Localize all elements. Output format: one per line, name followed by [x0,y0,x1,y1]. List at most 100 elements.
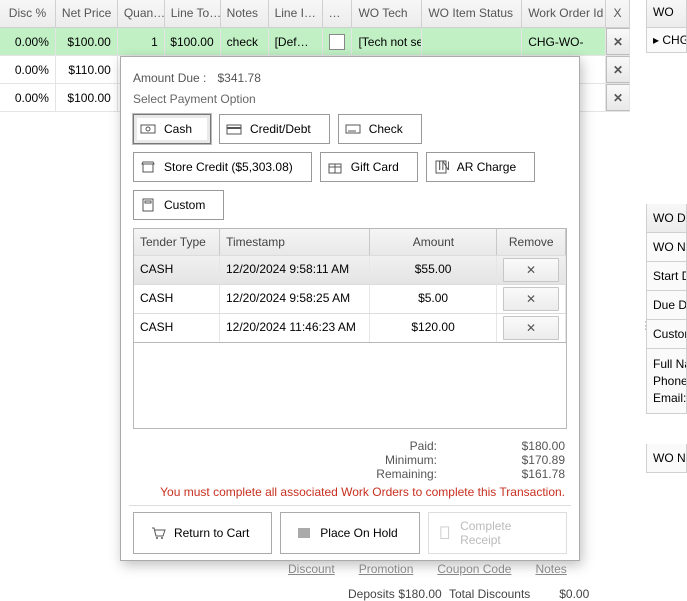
custom-button[interactable]: Custom [133,190,224,220]
place-on-hold-button[interactable]: Place On Hold [280,512,419,554]
cell-status [422,28,522,55]
cell-net: $100.00 [56,28,118,55]
tender-remove-button[interactable]: ✕ [503,316,559,340]
tender-ts: 12/20/2024 9:58:11 AM [220,256,370,284]
col-dots[interactable]: … [323,0,353,27]
tender-remove-button[interactable]: ✕ [503,258,559,282]
deposits-label: Deposits [348,587,395,601]
col-net[interactable]: Net Price [56,0,118,27]
tenders-header: Tender Type Timestamp Amount Remove [134,229,566,255]
paid-value: $180.00 [465,439,565,453]
gift-card-button[interactable]: Gift Card [320,152,418,182]
tender-row[interactable]: CASH 12/20/2024 9:58:11 AM $55.00 ✕ [134,255,566,284]
calculator-icon [140,197,156,213]
tender-remove-button[interactable]: ✕ [503,287,559,311]
row-delete-button[interactable]: ✕ [606,84,630,111]
payment-modal: Amount Due : $341.78 Select Payment Opti… [120,56,580,561]
wo-detail-header: WO D [646,204,687,233]
expand-icon[interactable]: ▸ [653,33,659,47]
totals-block: Paid:$180.00 Minimum:$170.89 Remaining:$… [133,439,565,481]
tender-type: CASH [134,256,220,284]
splitter-handle-icon[interactable]: ⋮ [640,319,650,332]
table-row[interactable]: 0.00% $100.00 1 $100.00 check [Def… [Tec… [0,28,630,56]
cell-net: $100.00 [56,84,118,111]
cart-icon [150,525,166,541]
warning-text: You must complete all associated Work Or… [129,485,565,499]
col-tech[interactable]: WO Tech [352,0,422,27]
col-amount[interactable]: Amount [370,229,497,255]
coupon-link[interactable]: Coupon Code [437,562,511,576]
cell-lt: $100.00 [165,28,221,55]
col-disc[interactable]: Disc % [0,0,56,27]
right-mini-grid: WO ▸ CHG [646,0,687,53]
right-row[interactable]: ▸ CHG [646,28,687,53]
footer-links: Discount Promotion Coupon Code Notes [288,562,567,576]
tenders-table: Tender Type Timestamp Amount Remove CASH… [133,228,567,343]
modal-footer: Return to Cart Place On Hold Complete Re… [129,505,571,556]
col-linetotal[interactable]: Line To… [165,0,221,27]
bottom-summary: Deposits $180.00 Total Discounts $0.00 [348,586,589,601]
check-button[interactable]: Check [338,114,422,144]
store-credit-button[interactable]: Store Credit ($5,303.08) [133,152,312,182]
paid-label: Paid: [317,439,437,453]
svg-text:INV: INV [438,159,449,173]
store-icon [140,159,156,175]
discount-link[interactable]: Discount [288,562,335,576]
cell-notes: check [221,28,269,55]
ar-charge-button[interactable]: INV AR Charge [426,152,535,182]
barcode-icon [296,525,312,541]
invoice-icon: INV [433,159,449,175]
complete-receipt-button: Complete Receipt [428,512,567,554]
col-status[interactable]: WO Item Status [422,0,522,27]
tender-row[interactable]: CASH 12/20/2024 11:46:23 AM $120.00 ✕ [134,313,566,342]
cell-net: $110.00 [56,56,118,83]
cash-icon [140,121,156,137]
row-delete-button[interactable]: ✕ [606,28,630,55]
discounts-label: Total Discounts [449,587,530,601]
deposits-value: $180.00 [398,587,441,601]
cell-chk[interactable] [323,28,353,55]
col-remove: Remove [497,229,566,255]
cell-disc: 0.00% [0,56,56,83]
tender-row[interactable]: CASH 12/20/2024 9:58:25 AM $5.00 ✕ [134,284,566,313]
check-icon [345,121,361,137]
right-header[interactable]: WO [646,0,687,28]
col-notes[interactable]: Notes [221,0,269,27]
select-payment-label: Select Payment Option [133,92,571,106]
cash-button[interactable]: Cash [133,114,211,144]
grid-header: Disc % Net Price Quan… Line To… Notes Li… [0,0,630,28]
tender-type: CASH [134,314,220,342]
col-x: X [606,0,630,27]
contact-block: Full NamPhone:Email: [646,349,687,414]
wo-detail-panel: WO D WO Num Start Da Due Dat Custome Ful… [646,204,687,473]
col-woid[interactable]: Work Order Id [522,0,606,27]
col-timestamp[interactable]: Timestamp [220,229,370,255]
tenders-body: CASH 12/20/2024 9:58:11 AM $55.00 ✕ CASH… [134,255,566,342]
tender-ts: 12/20/2024 9:58:25 AM [220,285,370,313]
remaining-value: $161.78 [465,467,565,481]
promotion-link[interactable]: Promotion [359,562,414,576]
credit-card-icon [226,121,242,137]
col-tender-type[interactable]: Tender Type [134,229,220,255]
col-linei[interactable]: Line I… [269,0,323,27]
cell-disc: 0.00% [0,84,56,111]
discounts-value: $0.00 [559,587,589,601]
cell-qty: 1 [118,28,165,55]
wo-note-label: WO Note [646,444,687,473]
tenders-empty-area [133,343,567,429]
receipt-icon [437,525,452,541]
payment-options: Cash Credit/Debt Check Store Credit ($5,… [133,114,571,220]
gift-icon [327,159,343,175]
row-delete-button[interactable]: ✕ [606,56,630,83]
tender-amt: $5.00 [370,285,497,313]
tender-amt: $120.00 [370,314,497,342]
notes-link[interactable]: Notes [535,562,566,576]
col-qty[interactable]: Quan… [118,0,165,27]
credit-button[interactable]: Credit/Debt [219,114,330,144]
wo-number-label: WO Num [646,233,687,262]
start-date-label: Start Da [646,262,687,291]
checkbox-icon[interactable] [329,34,345,50]
minimum-value: $170.89 [465,453,565,467]
cell-li: [Def… [269,28,323,55]
return-to-cart-button[interactable]: Return to Cart [133,512,272,554]
